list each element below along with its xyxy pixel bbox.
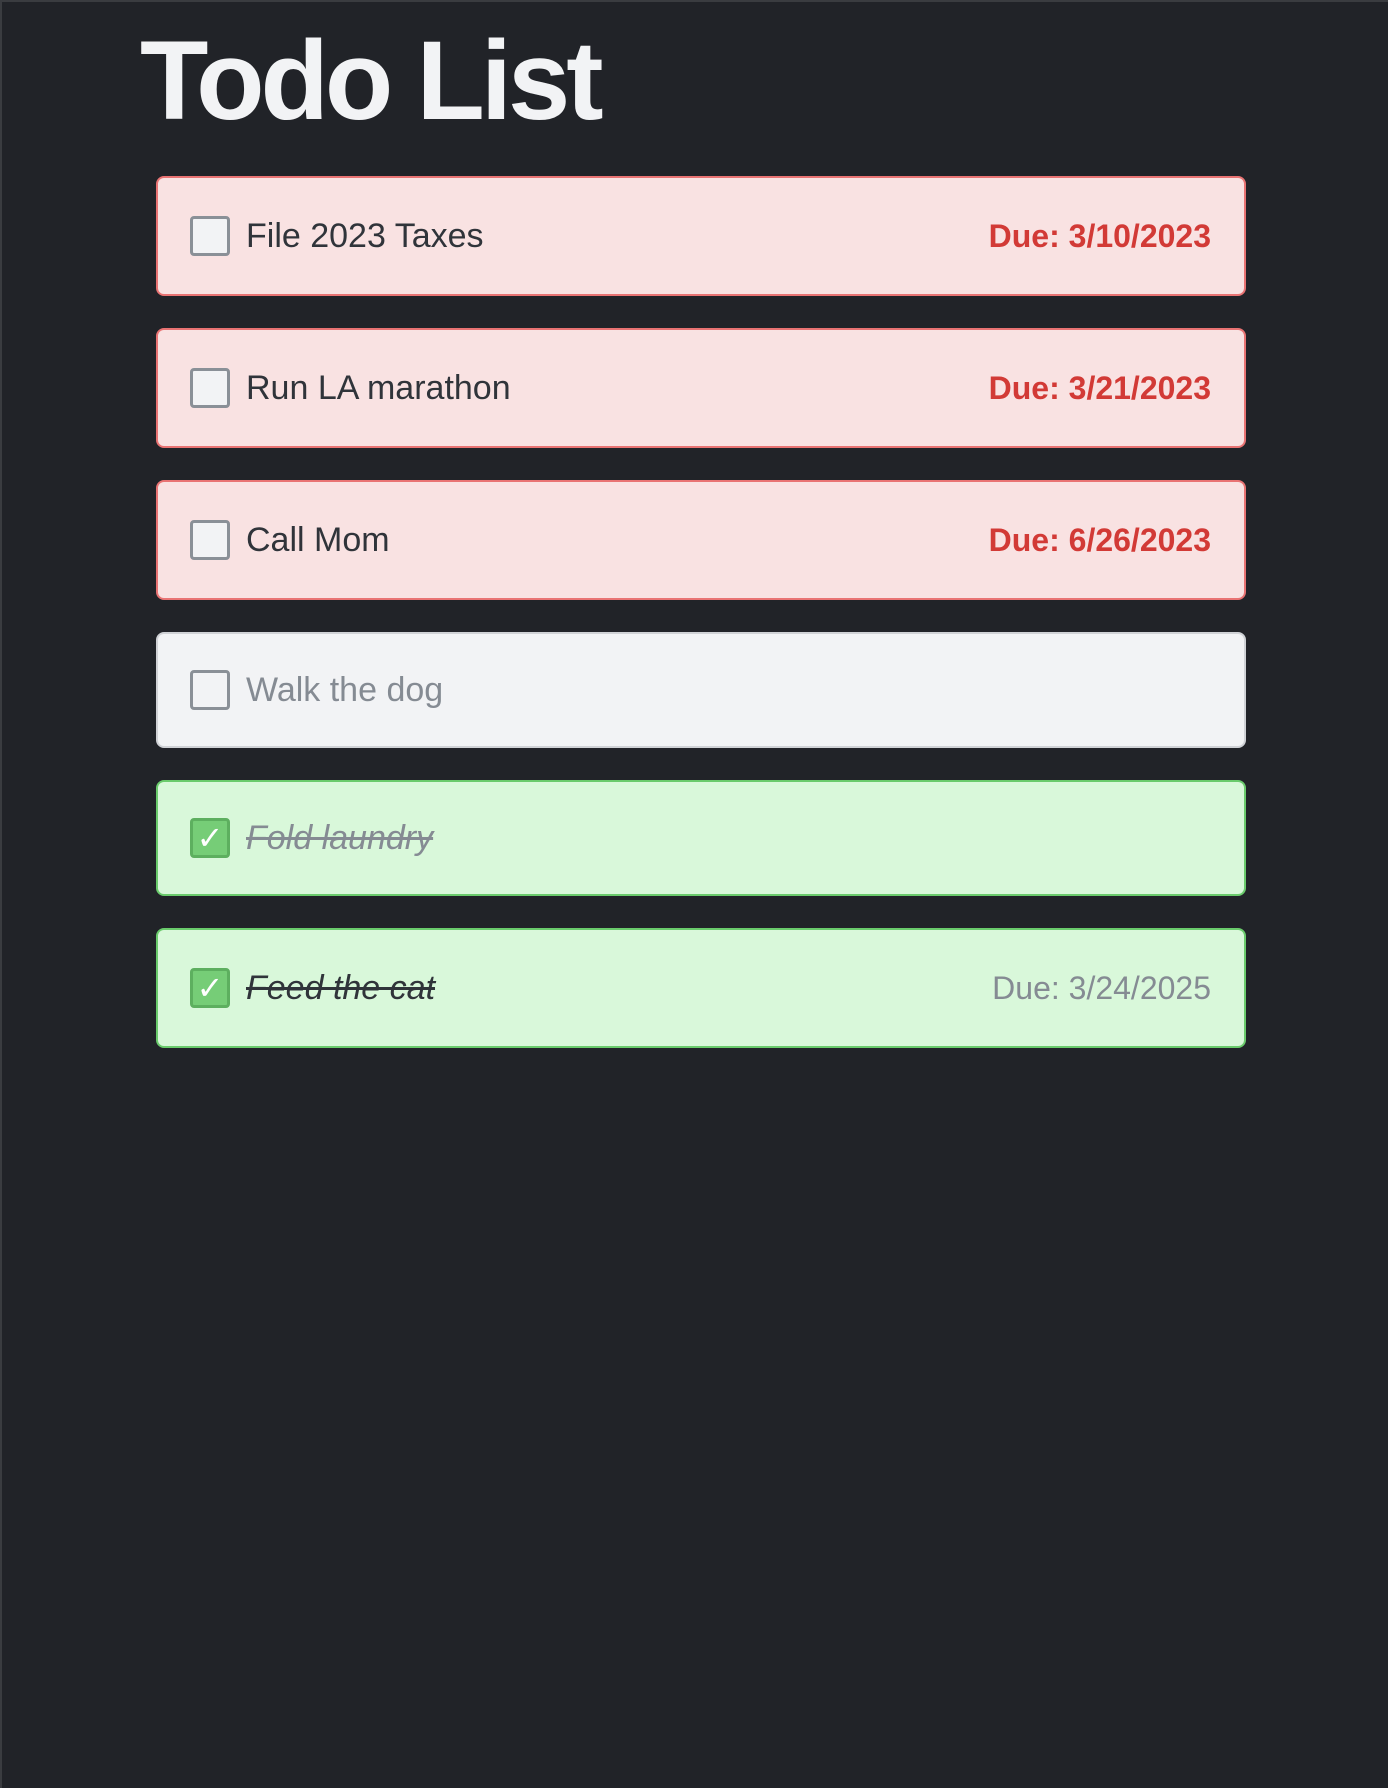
todo-label: File 2023 Taxes bbox=[246, 216, 484, 255]
checkbox[interactable] bbox=[190, 520, 230, 560]
todo-item: Call Mom Due: 6/26/2023 bbox=[156, 480, 1246, 600]
due-date: Due: 6/26/2023 bbox=[988, 521, 1211, 558]
todo-label: Feed the cat bbox=[246, 968, 436, 1007]
todo-list: File 2023 Taxes Due: 3/10/2023 Run LA ma… bbox=[156, 176, 1246, 1080]
todo-item: File 2023 Taxes Due: 3/10/2023 bbox=[156, 176, 1246, 296]
checkbox[interactable] bbox=[190, 368, 230, 408]
check-icon: ✓ bbox=[196, 970, 224, 1006]
todo-label: Walk the dog bbox=[246, 670, 444, 709]
checkbox[interactable] bbox=[190, 216, 230, 256]
todo-item: Run LA marathon Due: 3/21/2023 bbox=[156, 328, 1246, 448]
todo-item: ✓ Fold laundry bbox=[156, 780, 1246, 896]
checkbox-checked[interactable]: ✓ bbox=[190, 818, 230, 858]
due-date: Due: 3/10/2023 bbox=[988, 217, 1211, 254]
due-date: Due: 3/21/2023 bbox=[988, 369, 1211, 406]
todo-label: Call Mom bbox=[246, 520, 390, 559]
checkbox[interactable] bbox=[190, 670, 230, 710]
todo-item: Walk the dog bbox=[156, 632, 1246, 748]
todo-label: Fold laundry bbox=[246, 818, 434, 857]
todo-label: Run LA marathon bbox=[246, 368, 511, 407]
due-date: Due: 3/24/2025 bbox=[992, 969, 1211, 1006]
check-icon: ✓ bbox=[196, 820, 224, 856]
todo-item: ✓ Feed the cat Due: 3/24/2025 bbox=[156, 928, 1246, 1048]
checkbox-checked[interactable]: ✓ bbox=[190, 968, 230, 1008]
page-title: Todo List bbox=[140, 18, 604, 143]
